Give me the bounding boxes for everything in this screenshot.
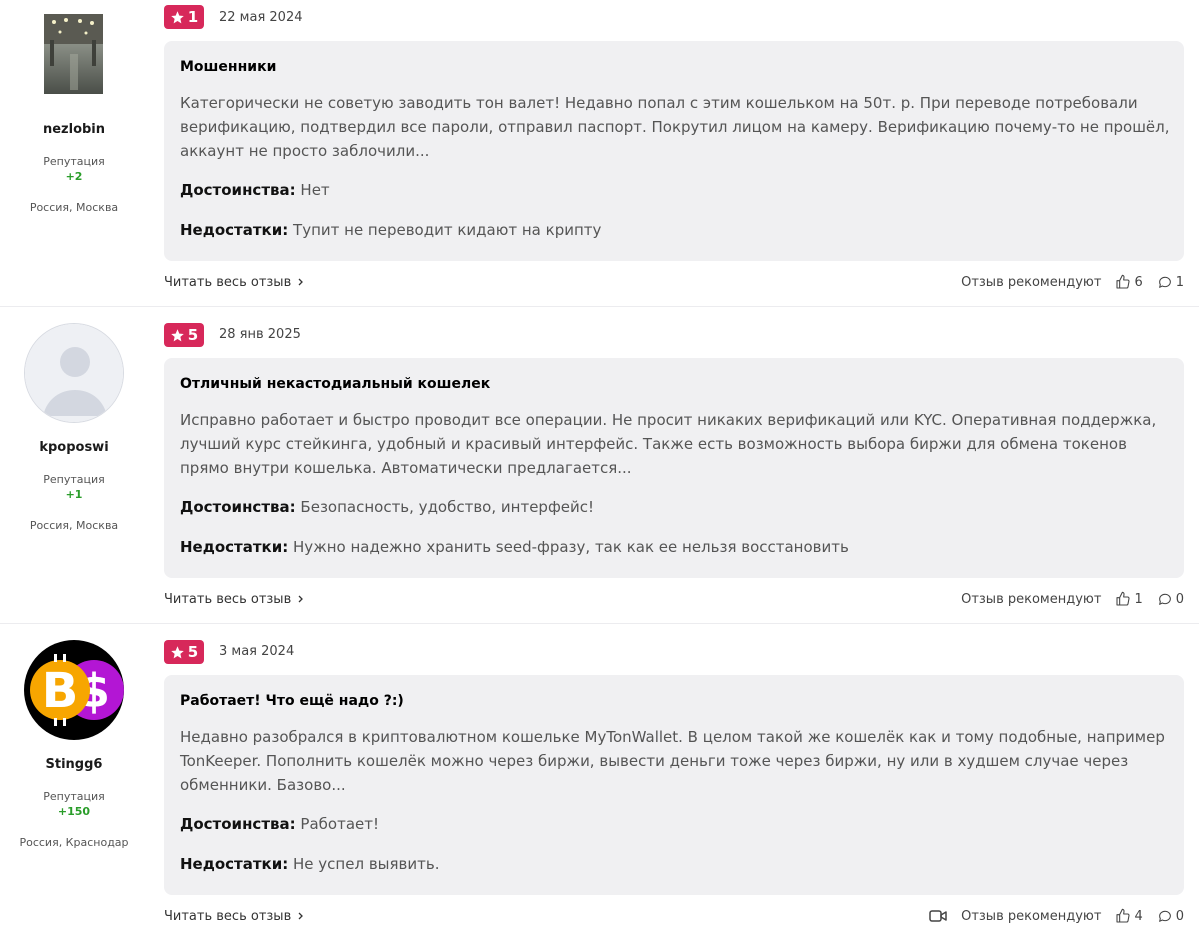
- review-divider: [0, 306, 1199, 307]
- review-text: Категорически не советую заводить тон ва…: [180, 94, 1170, 160]
- review-actions: Отзыв рекомендуют 6 1: [961, 274, 1184, 290]
- thumbs-up-icon: [1116, 591, 1130, 606]
- reputation-value: +2: [65, 170, 83, 183]
- reputation-value: +150: [57, 805, 91, 818]
- like-button[interactable]: 6: [1115, 274, 1143, 290]
- review-text: Исправно работает и быстро проводит все …: [180, 411, 1157, 477]
- username[interactable]: kpoposwi: [0, 440, 148, 455]
- read-more-link[interactable]: Читать весь отзыв: [164, 592, 305, 607]
- comment-icon: [1158, 276, 1171, 288]
- review-footer: Читать весь отзыв Отзыв рекомендуют 6 1: [164, 271, 1184, 293]
- user-location: Россия, Москва: [29, 201, 119, 214]
- rating-badge: 1: [164, 5, 204, 29]
- rating-value: 5: [187, 326, 199, 344]
- like-button[interactable]: 4: [1115, 908, 1143, 924]
- user-location: Россия, Москва: [29, 519, 119, 532]
- comments-button[interactable]: 0: [1157, 591, 1184, 607]
- review-card: Работает! Что ещё надо ?:) Недавно разоб…: [164, 675, 1184, 895]
- rating-value: 1: [187, 8, 199, 26]
- cons-label: Недостатки:: [180, 538, 289, 556]
- recommend-label: Отзыв рекомендуют: [961, 908, 1102, 924]
- chevron-right-icon: [298, 912, 304, 920]
- comment-icon: [1158, 593, 1171, 605]
- like-count: 1: [1134, 591, 1143, 607]
- svg-text:B: B: [42, 663, 79, 719]
- pros-text: Безопасность, удобство, интерфейс!: [300, 498, 595, 516]
- cons-text: Нужно надежно хранить seed-фразу, так ка…: [293, 538, 849, 556]
- read-more-label: Читать весь отзыв: [164, 591, 292, 607]
- username[interactable]: nezlobin: [0, 122, 148, 137]
- comment-count: 0: [1175, 591, 1184, 607]
- chevron-right-icon: [298, 278, 304, 286]
- read-more-link[interactable]: Читать весь отзыв: [164, 275, 305, 290]
- comment-count: 0: [1175, 908, 1184, 924]
- review-actions: Отзыв рекомендуют 1 0: [961, 591, 1184, 607]
- cons-text: Тупит не переводит кидают на крипту: [293, 221, 602, 239]
- review-date: 28 янв 2025: [219, 327, 301, 342]
- pros-text: Работает!: [300, 815, 379, 833]
- pros-label: Достоинства:: [180, 498, 296, 516]
- pros-label: Достоинства:: [180, 181, 296, 199]
- user-avatar[interactable]: $ B: [24, 640, 124, 740]
- review-text: Недавно разобрался в криптовалютном коше…: [180, 728, 1165, 794]
- review-title[interactable]: Работает! Что ещё надо ?:): [180, 691, 1168, 711]
- review-title[interactable]: Отличный некастодиальный кошелек: [180, 374, 1168, 394]
- user-avatar[interactable]: [44, 14, 103, 94]
- avatar-photo-image: [44, 14, 103, 94]
- rating-badge: 5: [164, 323, 204, 347]
- reputation-label: Репутация: [43, 790, 105, 803]
- star-icon: [171, 328, 184, 341]
- star-icon: [171, 10, 184, 23]
- review-footer: Читать весь отзыв Отзыв рекомендуют 1 0: [164, 588, 1184, 610]
- review-actions: Отзыв рекомендуют 4 0: [929, 908, 1184, 924]
- cons-label: Недостатки:: [180, 855, 289, 873]
- review-footer: Читать весь отзыв Отзыв рекомендуют 4 0: [164, 905, 1184, 927]
- cons-label: Недостатки:: [180, 221, 289, 239]
- username[interactable]: Stingg6: [0, 757, 148, 772]
- star-icon: [171, 645, 184, 658]
- thumbs-up-icon: [1116, 908, 1130, 923]
- thumbs-up-icon: [1116, 274, 1130, 289]
- chevron-right-icon: [298, 595, 304, 603]
- review-pros: Достоинства: Работает!: [180, 813, 1168, 835]
- comment-icon: [1158, 910, 1171, 922]
- review-cons: Недостатки: Нужно надежно хранить seed-ф…: [180, 536, 1168, 558]
- review-title[interactable]: Мошенники: [180, 57, 1168, 77]
- recommend-label: Отзыв рекомендуют: [961, 591, 1102, 607]
- video-icon[interactable]: [929, 909, 947, 923]
- review-cons: Недостатки: Тупит не переводит кидают на…: [180, 219, 1168, 241]
- review-date: 22 мая 2024: [219, 10, 303, 25]
- comments-button[interactable]: 1: [1157, 274, 1184, 290]
- pros-text: Нет: [300, 181, 330, 199]
- review-date: 3 мая 2024: [219, 644, 295, 659]
- user-location: Россия, Краснодар: [19, 836, 129, 849]
- recommend-label: Отзыв рекомендуют: [961, 274, 1102, 290]
- crypto-avatar-image: $ B: [24, 640, 124, 740]
- cons-text: Не успел выявить.: [293, 855, 440, 873]
- review-card: Отличный некастодиальный кошелек Исправн…: [164, 358, 1184, 578]
- comments-button[interactable]: 0: [1157, 908, 1184, 924]
- reputation-label: Репутация: [43, 155, 105, 168]
- like-button[interactable]: 1: [1115, 591, 1143, 607]
- review-pros: Достоинства: Безопасность, удобство, инт…: [180, 496, 1168, 518]
- comment-count: 1: [1175, 274, 1184, 290]
- like-count: 6: [1134, 274, 1143, 290]
- rating-value: 5: [187, 643, 199, 661]
- default-avatar-icon: [25, 324, 123, 422]
- review-card: Мошенники Категорически не советую завод…: [164, 41, 1184, 261]
- review-divider: [0, 623, 1199, 624]
- review-cons: Недостатки: Не успел выявить.: [180, 853, 1168, 875]
- read-more-link[interactable]: Читать весь отзыв: [164, 909, 305, 924]
- read-more-label: Читать весь отзыв: [164, 274, 292, 290]
- review-pros: Достоинства: Нет: [180, 179, 1168, 201]
- reputation-label: Репутация: [43, 473, 105, 486]
- rating-badge: 5: [164, 640, 204, 664]
- like-count: 4: [1134, 908, 1143, 924]
- read-more-label: Читать весь отзыв: [164, 908, 292, 924]
- pros-label: Достоинства:: [180, 815, 296, 833]
- user-avatar[interactable]: [24, 323, 124, 423]
- reputation-value: +1: [65, 488, 83, 501]
